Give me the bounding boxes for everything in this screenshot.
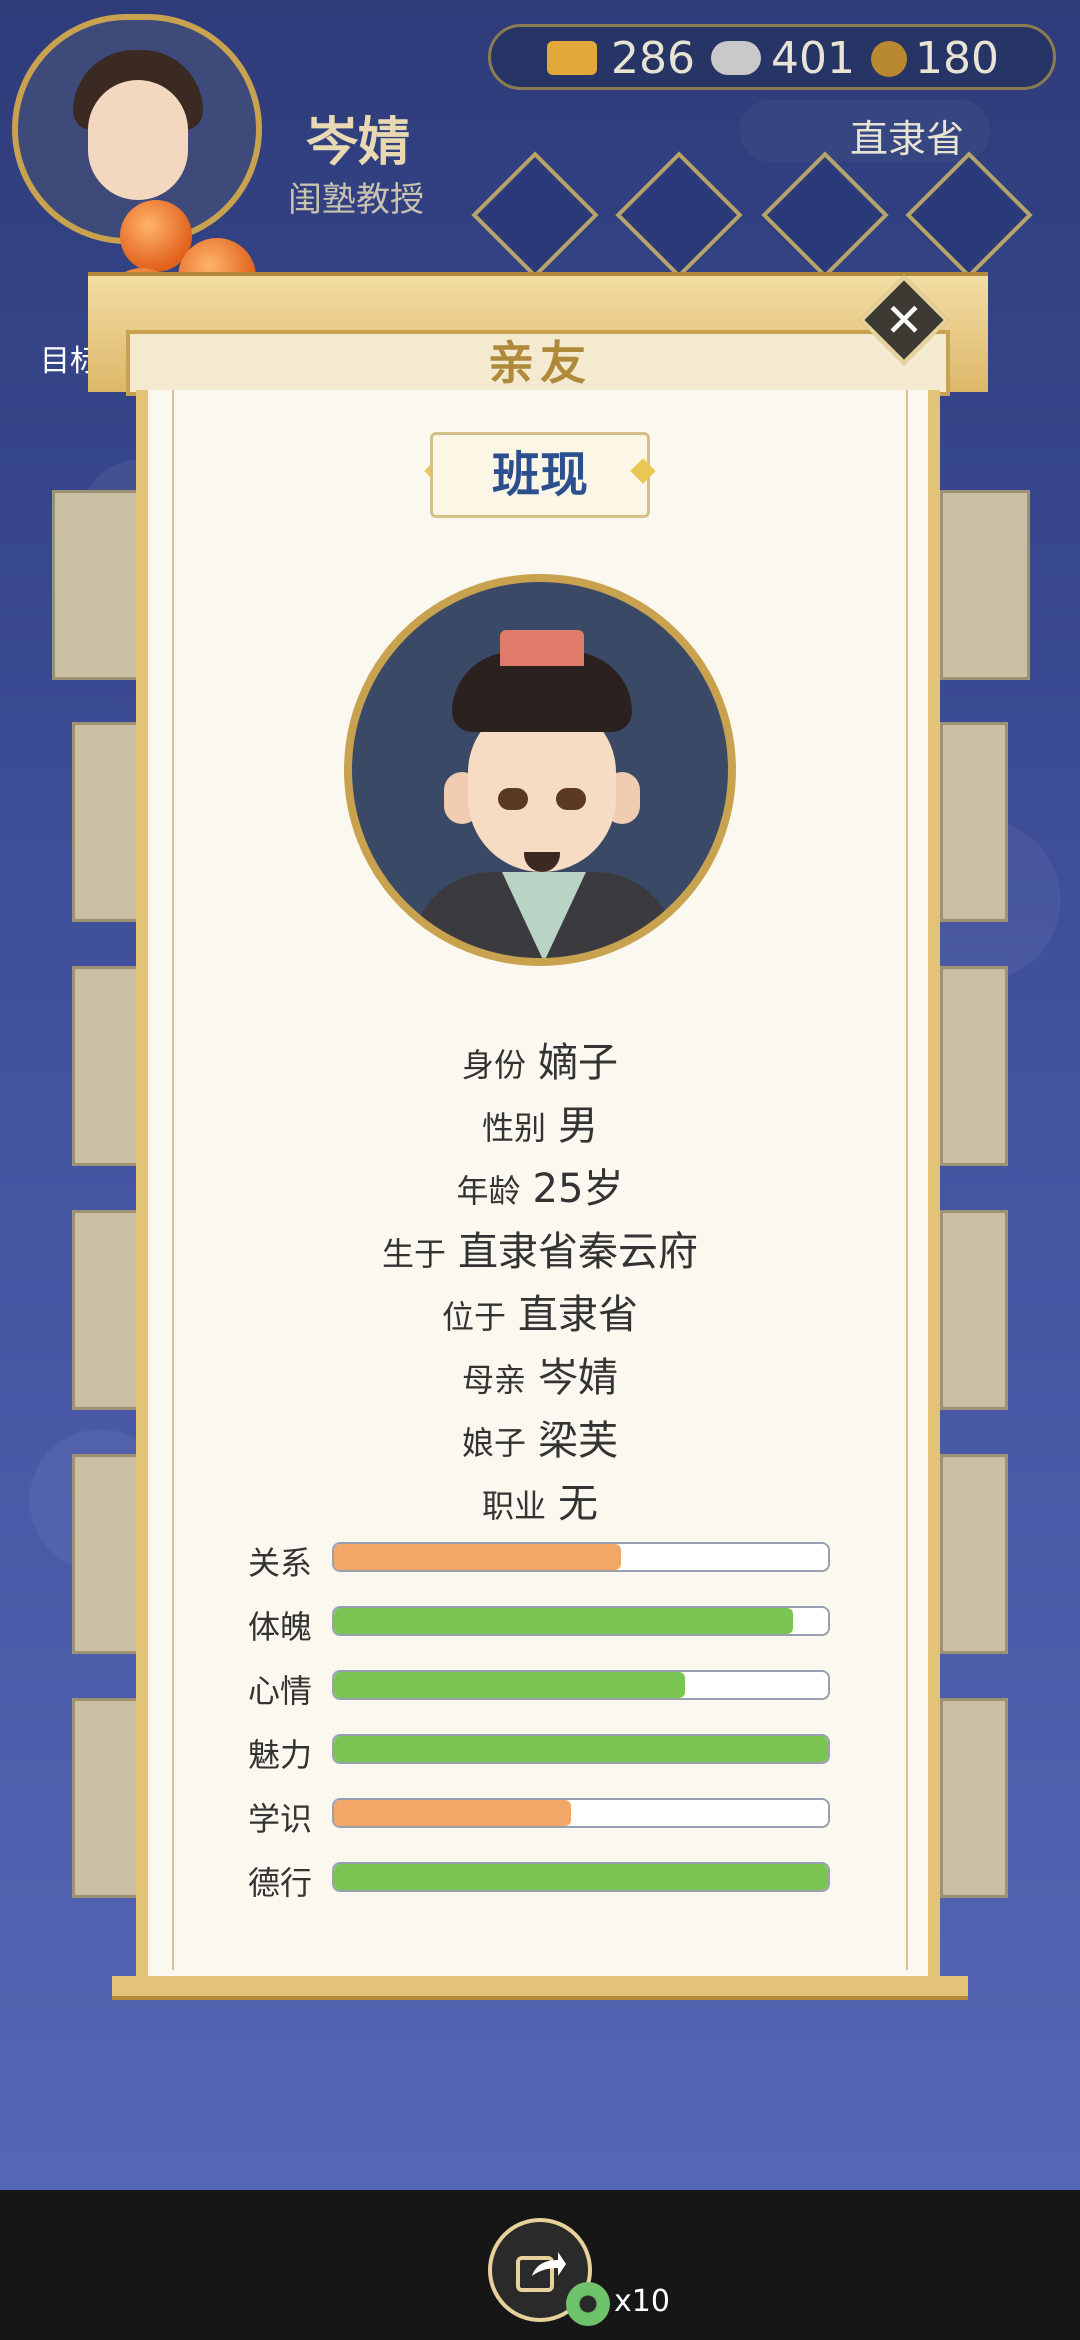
list-card[interactable]	[72, 1698, 144, 1898]
stat-label-virtue: 德行	[248, 1864, 313, 1902]
silver-amount: 401	[771, 33, 855, 84]
info-row-gender: 性别男	[481, 1103, 598, 1149]
stat-fill	[334, 1736, 828, 1762]
avatar-face	[88, 80, 188, 200]
stat-label-charm: 魅力	[248, 1736, 313, 1774]
silver-ingot-icon	[711, 41, 761, 75]
stat-label-knowledge: 学识	[248, 1800, 313, 1838]
coin-icon	[871, 41, 907, 77]
gold-ingot-icon	[547, 41, 597, 75]
stat-label-physique: 体魄	[248, 1608, 313, 1646]
close-icon: ✕	[884, 293, 924, 347]
stat-bar-mood	[332, 1670, 830, 1700]
info-row-location: 位于 直隶省	[441, 1292, 638, 1338]
person-name: 班现	[430, 432, 650, 518]
stat-bar-knowledge	[332, 1798, 830, 1828]
stat-fill	[334, 1544, 621, 1570]
stat-fill	[334, 1672, 685, 1698]
region-label: 直隶省	[850, 117, 965, 161]
info-row-birthplace: 生于 直隶省秦云府	[381, 1229, 698, 1275]
panel-title: 亲友	[488, 336, 592, 390]
info-row-age: 年龄 25岁	[456, 1166, 624, 1212]
gold-amount: 286	[611, 33, 695, 84]
list-card[interactable]	[52, 490, 144, 680]
portrait-hat	[500, 630, 584, 666]
player-title: 闺塾教授	[288, 180, 424, 220]
stat-label-mood: 心情	[248, 1672, 313, 1710]
stat-bar-physique	[332, 1606, 830, 1636]
region-button[interactable]: 直隶省	[740, 100, 990, 162]
reward-count: x10	[614, 2284, 670, 2319]
list-card[interactable]	[72, 722, 144, 922]
stat-bar-charm	[332, 1734, 830, 1764]
stat-fill	[334, 1608, 794, 1634]
stat-bar-relation	[332, 1542, 830, 1572]
info-row-occupation: 职业无	[481, 1481, 598, 1527]
info-row-wife: 娘子 梁芙	[461, 1418, 618, 1464]
coin-amount: 180	[915, 33, 999, 84]
stat-fill	[334, 1800, 572, 1826]
list-card[interactable]	[940, 490, 1030, 680]
stat-bar-virtue	[332, 1862, 830, 1892]
jade-icon	[566, 2282, 610, 2326]
info-row-identity: 身份 嫡子	[461, 1040, 618, 1086]
person-portrait	[344, 574, 736, 966]
stat-label-relation: 关系	[248, 1544, 313, 1582]
info-row-mother: 母亲 岑婧	[461, 1355, 618, 1401]
portrait-eye	[498, 788, 528, 810]
portrait-eye	[556, 788, 586, 810]
share-icon	[516, 2252, 566, 2292]
stat-fill	[334, 1864, 828, 1890]
currency-bar: 286 401 180	[488, 24, 1056, 90]
list-card[interactable]	[940, 1698, 1008, 1898]
player-name: 岑婧	[306, 113, 411, 173]
scroll-bottom	[112, 1976, 968, 2000]
list-card[interactable]	[940, 722, 1008, 922]
